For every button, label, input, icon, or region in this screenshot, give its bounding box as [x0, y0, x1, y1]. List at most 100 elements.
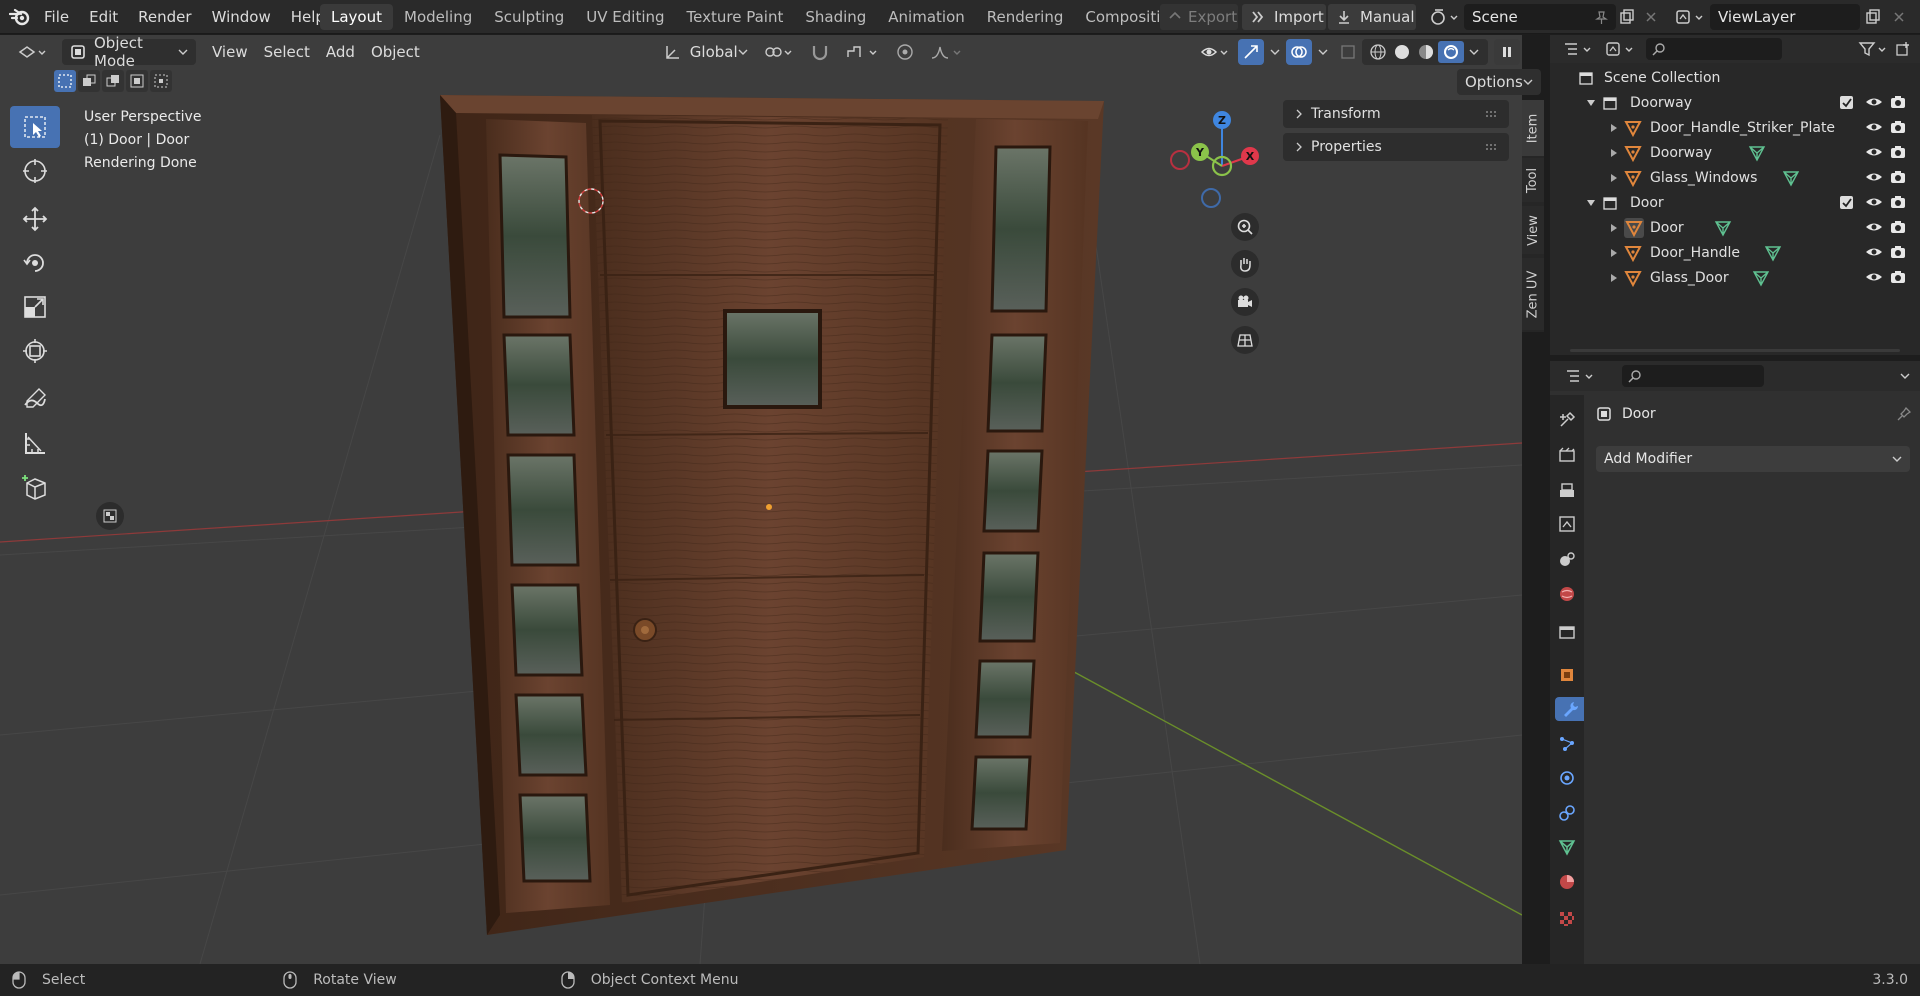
orientation-dropdown[interactable]: Global [656, 39, 756, 65]
gizmo-toggle-button[interactable] [1238, 39, 1264, 65]
proportional-editing-button[interactable] [888, 39, 922, 65]
new-collection-icon[interactable] [1890, 41, 1916, 57]
view-layer-icon[interactable] [1672, 6, 1708, 28]
outliner-row-door[interactable]: Door [1550, 215, 1920, 240]
snap-target-button[interactable] [838, 39, 888, 65]
tab-texture-paint[interactable]: Texture Paint [676, 4, 795, 30]
select-box-tool[interactable] [10, 106, 60, 148]
collapsed-arrow-icon[interactable] [1610, 173, 1618, 183]
tab-uv-editing[interactable]: UV Editing [575, 4, 675, 30]
sidebar-tab-item[interactable]: Item [1522, 100, 1544, 156]
outliner-editor-type-icon[interactable] [1560, 40, 1596, 58]
menu-window[interactable]: Window [202, 8, 281, 26]
expand-arrow-icon[interactable] [1586, 199, 1596, 207]
camera-icon[interactable] [1890, 169, 1906, 185]
menu-file[interactable]: File [34, 8, 79, 26]
view-layer-properties-icon[interactable] [1555, 512, 1579, 536]
sidebar-tab-tool[interactable]: Tool [1522, 158, 1544, 202]
material-preview-icon[interactable] [1414, 43, 1438, 61]
chevron-down-icon[interactable] [1900, 372, 1910, 380]
camera-icon[interactable] [1890, 244, 1906, 260]
outliner-row-doorway-collection[interactable]: Doorway [1550, 90, 1920, 115]
constraints-properties-icon[interactable] [1555, 801, 1579, 825]
scene-selector-icon[interactable] [1428, 6, 1462, 28]
tab-sculpting[interactable]: Sculpting [483, 4, 575, 30]
particles-properties-icon[interactable] [1555, 732, 1579, 756]
visibility-button[interactable] [1192, 39, 1238, 65]
outliner-search-input[interactable] [1646, 38, 1782, 60]
camera-view-icon[interactable] [1231, 288, 1259, 316]
annotate-tool[interactable] [10, 378, 60, 420]
render-properties-icon[interactable] [1555, 443, 1579, 467]
properties-panel[interactable]: Properties [1283, 133, 1509, 161]
eye-icon[interactable] [1865, 119, 1883, 135]
outliner-row-glass-windows[interactable]: Glass_Windows [1550, 165, 1920, 190]
rendered-shading-icon[interactable] [1438, 41, 1464, 63]
object-properties-icon[interactable] [1555, 663, 1579, 687]
close-view-layer-icon[interactable] [1888, 6, 1910, 28]
camera-icon[interactable] [1890, 219, 1906, 235]
new-scene-icon[interactable] [1616, 6, 1638, 28]
import-button[interactable]: Import [1242, 4, 1326, 30]
outliner-row-glass-door[interactable]: Glass_Door [1550, 265, 1920, 290]
eye-icon[interactable] [1865, 144, 1883, 160]
export-button[interactable]: Export [1160, 4, 1238, 30]
collection-properties-icon[interactable] [1555, 620, 1579, 644]
properties-editor-type-icon[interactable] [1562, 367, 1598, 385]
scene-properties-icon[interactable] [1555, 547, 1579, 571]
mesh-data-icon[interactable] [1764, 244, 1782, 262]
menu-edit[interactable]: Edit [79, 8, 128, 26]
collapsed-arrow-icon[interactable] [1610, 223, 1618, 233]
xray-toggle-button[interactable] [1334, 39, 1362, 65]
menu-render[interactable]: Render [128, 8, 201, 26]
measure-tool[interactable] [10, 422, 60, 464]
output-properties-icon[interactable] [1555, 478, 1579, 502]
physics-properties-icon[interactable] [1555, 766, 1579, 790]
object-data-properties-icon[interactable] [1555, 835, 1579, 859]
blender-logo-icon[interactable] [8, 6, 32, 28]
outliner-row-door-collection[interactable]: Door [1550, 190, 1920, 215]
camera-icon[interactable] [1890, 94, 1906, 110]
navigation-gizmo[interactable]: Z X Y [1158, 106, 1266, 212]
drag-handle-icon[interactable] [1485, 143, 1499, 151]
expand-arrow-icon[interactable] [1586, 99, 1596, 107]
select-subtract-icon[interactable] [102, 70, 124, 92]
editor-type-button[interactable] [10, 39, 56, 65]
select-intersect-icon[interactable] [150, 70, 172, 92]
add-cube-tool[interactable] [10, 466, 60, 508]
shading-options-chevron-icon[interactable] [1464, 48, 1484, 56]
perspective-grid-icon[interactable] [1231, 326, 1259, 354]
texture-properties-icon[interactable] [1555, 907, 1579, 931]
checkbox-checked-icon[interactable] [1840, 96, 1853, 109]
select-invert-icon[interactable] [126, 70, 148, 92]
collapsed-arrow-icon[interactable] [1610, 123, 1618, 133]
add-modifier-dropdown[interactable]: Add Modifier [1596, 446, 1910, 472]
pause-render-button[interactable] [1494, 39, 1520, 65]
scale-tool[interactable] [10, 286, 60, 328]
transform-panel[interactable]: Transform [1283, 100, 1509, 128]
cursor-tool[interactable] [10, 150, 60, 192]
modifier-properties-icon[interactable] [1555, 697, 1584, 721]
gizmo-dropdown[interactable] [1264, 39, 1286, 65]
quad-view-toggle-icon[interactable] [96, 502, 124, 530]
tool-settings-icon[interactable] [1555, 408, 1579, 432]
drag-handle-icon[interactable] [1485, 110, 1499, 118]
world-properties-icon[interactable] [1555, 582, 1579, 606]
mesh-data-icon[interactable] [1752, 269, 1770, 287]
outliner-scrollbar[interactable] [1570, 349, 1900, 352]
outliner-scene-collection[interactable]: Scene Collection [1550, 65, 1920, 90]
solid-shading-icon[interactable] [1390, 43, 1414, 61]
mesh-data-icon[interactable] [1748, 144, 1766, 162]
scene-name-field[interactable]: Scene [1464, 4, 1616, 30]
pivot-point-button[interactable] [756, 39, 802, 65]
eye-icon[interactable] [1865, 94, 1883, 110]
camera-icon[interactable] [1890, 144, 1906, 160]
options-dropdown[interactable]: Options [1457, 69, 1541, 95]
camera-icon[interactable] [1890, 194, 1906, 210]
camera-icon[interactable] [1890, 119, 1906, 135]
view-layer-field[interactable]: ViewLayer [1710, 4, 1860, 30]
transform-tool[interactable] [10, 330, 60, 372]
sidebar-tab-view[interactable]: View [1522, 206, 1544, 254]
collapsed-arrow-icon[interactable] [1610, 273, 1618, 283]
tab-modeling[interactable]: Modeling [393, 4, 483, 30]
